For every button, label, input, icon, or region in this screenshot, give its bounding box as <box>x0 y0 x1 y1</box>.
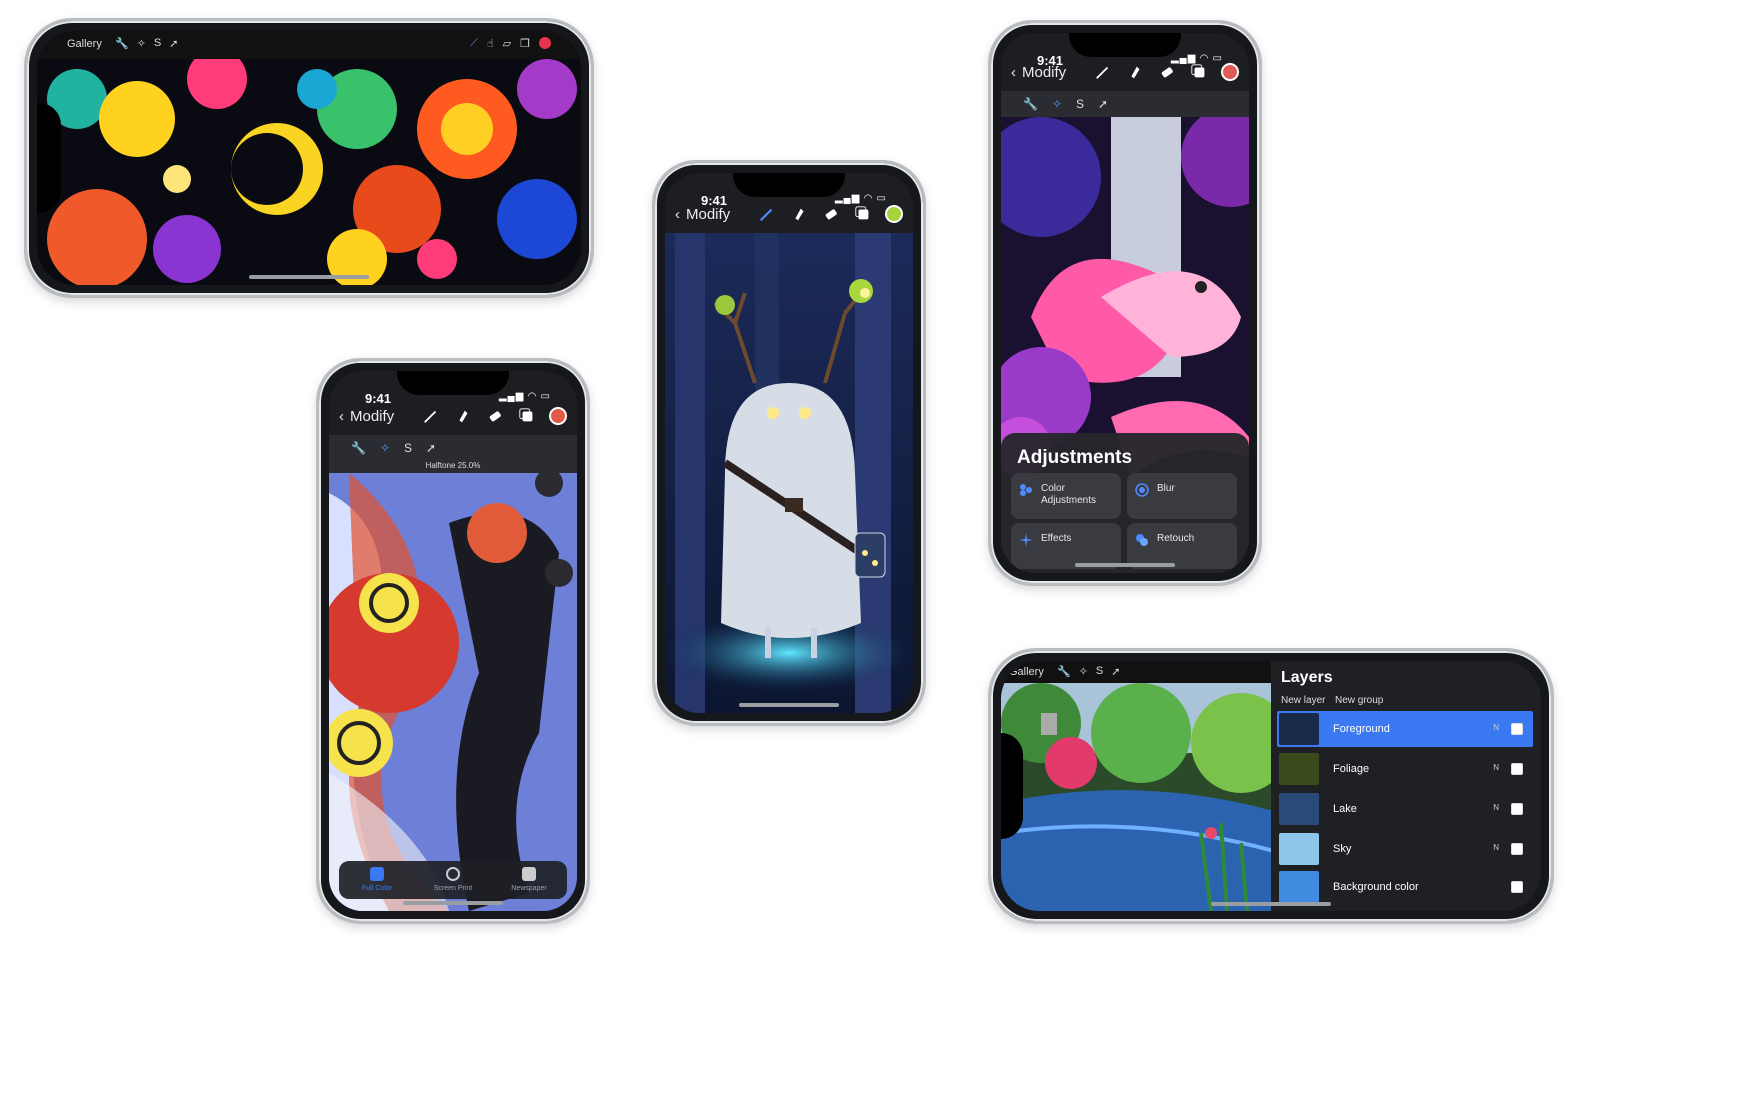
screen: 9:41 ▂▄▆ ◠ ▭ ‹ Modify 🔧 ✧ S ➚ Adjustment… <box>1001 33 1249 573</box>
visibility-checkbox[interactable] <box>1511 723 1523 735</box>
magic-wand-icon[interactable]: ✧ <box>1052 97 1062 111</box>
screen: 9:41 ▂▄▆ ◠ ▭ ‹ Modify <box>665 173 913 713</box>
artwork-canvas[interactable] <box>329 473 577 911</box>
phone-landscape-layers: Gallery 🔧 ✧ S ➚ Layers New layer New gro… <box>988 648 1554 924</box>
phone-landscape-top-left: Gallery 🔧 ✧ S ➚ ⟋ ☝ ▱ ❐ <box>24 18 594 298</box>
full-color-option[interactable]: Full Color <box>347 867 407 892</box>
gallery-button[interactable]: Gallery <box>1009 666 1044 678</box>
panel-title: Adjustments <box>1017 447 1133 468</box>
blur-option[interactable]: Blur <box>1127 473 1237 519</box>
eraser-icon[interactable]: ▱ <box>503 37 511 50</box>
layer-row-background-color[interactable]: Background color <box>1277 869 1533 905</box>
magic-wand-icon[interactable]: ✧ <box>137 37 146 50</box>
wrench-icon[interactable]: 🔧 <box>1023 97 1038 111</box>
notch <box>733 173 845 197</box>
phone-portrait-forest: 9:41 ▂▄▆ ◠ ▭ ‹ Modify <box>652 160 926 726</box>
home-indicator <box>249 275 369 279</box>
visibility-checkbox[interactable] <box>1511 803 1523 815</box>
panel-title: Layers <box>1281 669 1333 686</box>
system-icons: ▂▄▆ ◠ ▭ <box>1170 53 1223 64</box>
layer-thumbnail <box>1279 871 1319 903</box>
layer-row-sky[interactable]: Sky N <box>1277 831 1533 867</box>
home-indicator <box>1211 902 1331 906</box>
notch <box>1069 33 1181 57</box>
layer-thumbnail <box>1279 753 1319 785</box>
new-group-button[interactable]: New group <box>1335 695 1383 706</box>
selection-icon[interactable]: S <box>1096 665 1103 678</box>
secondary-toolbar: 🔧 ✧ S ➚ <box>1001 91 1249 117</box>
secondary-toolbar: 🔧 ✧ S ➚ <box>329 435 577 461</box>
layer-thumbnail <box>1279 793 1319 825</box>
transform-arrow-icon[interactable]: ➚ <box>1098 97 1108 111</box>
system-icons: ▂▄▆ ◠ ▭ <box>834 193 887 204</box>
notch <box>37 103 61 213</box>
selection-icon[interactable]: S <box>154 37 161 50</box>
adjustments-panel: Adjustments Color Adjustments Blur Effec… <box>1001 433 1249 573</box>
halftone-label: Halftone 25.0% <box>329 461 577 473</box>
selection-icon[interactable]: S <box>404 441 412 455</box>
brush-icon[interactable]: ⟋ <box>470 37 478 50</box>
new-layer-button[interactable]: New layer <box>1281 695 1325 706</box>
wrench-icon[interactable]: 🔧 <box>115 37 129 50</box>
clock: 9:41 <box>701 193 728 208</box>
artwork-canvas[interactable] <box>1001 683 1281 911</box>
transform-arrow-icon[interactable]: ➚ <box>426 441 436 455</box>
visibility-checkbox[interactable] <box>1511 843 1523 855</box>
artwork-canvas[interactable] <box>665 233 913 713</box>
halftone-mode-dock: Full Color Screen Print Newspaper <box>339 861 567 899</box>
top-toolbar: Gallery 🔧 ✧ S ➚ ⟋ ☝ ▱ ❐ <box>37 31 581 59</box>
transform-arrow-icon[interactable]: ➚ <box>1111 665 1120 678</box>
visibility-checkbox[interactable] <box>1511 763 1523 775</box>
layer-thumbnail <box>1279 833 1319 865</box>
retouch-icon <box>1136 534 1148 546</box>
newspaper-option[interactable]: Newspaper <box>499 867 559 892</box>
home-indicator <box>1075 563 1175 567</box>
phone-portrait-halftone: 9:41 ▂▄▆ ◠ ▭ ‹ Modify 🔧 ✧ S ➚ Halftone 2… <box>316 358 590 924</box>
color-swatch[interactable] <box>539 37 551 49</box>
smudge-icon[interactable]: ☝ <box>487 37 494 50</box>
screen-print-option[interactable]: Screen Print <box>423 867 483 892</box>
layer-row-foreground[interactable]: Foreground N <box>1277 711 1533 747</box>
notch <box>1001 733 1023 839</box>
selection-icon[interactable]: S <box>1076 97 1084 111</box>
wrench-icon[interactable]: 🔧 <box>1057 665 1071 678</box>
system-icons: ▂▄▆ ◠ ▭ <box>498 391 551 402</box>
home-indicator <box>739 703 839 707</box>
magic-wand-icon[interactable]: ✧ <box>1079 665 1088 678</box>
layers-icon[interactable]: ❐ <box>520 37 530 50</box>
color-adjustments-option[interactable]: Color Adjustments <box>1011 473 1121 519</box>
clock: 9:41 <box>365 391 392 406</box>
effects-icon <box>1019 533 1033 547</box>
magic-wand-icon[interactable]: ✧ <box>380 441 390 455</box>
layer-thumbnail <box>1279 713 1319 745</box>
home-indicator <box>403 901 503 905</box>
transform-arrow-icon[interactable]: ➚ <box>169 37 178 50</box>
target-icon <box>446 867 460 881</box>
layer-row-foliage[interactable]: Foliage N <box>1277 751 1533 787</box>
layers-panel: Layers New layer New group Foreground N … <box>1271 661 1541 911</box>
screen: Gallery 🔧 ✧ S ➚ ⟋ ☝ ▱ ❐ <box>37 31 581 285</box>
phone-portrait-adjustments: 9:41 ▂▄▆ ◠ ▭ ‹ Modify 🔧 ✧ S ➚ Adjustment… <box>988 20 1262 586</box>
artwork-canvas[interactable] <box>37 59 581 285</box>
layer-row-lake[interactable]: Lake N <box>1277 791 1533 827</box>
visibility-checkbox[interactable] <box>1511 881 1523 893</box>
gallery-button[interactable]: Gallery <box>67 38 102 50</box>
color-adjustments-icon <box>1020 484 1032 496</box>
screen: 9:41 ▂▄▆ ◠ ▭ ‹ Modify 🔧 ✧ S ➚ Halftone 2… <box>329 371 577 911</box>
book-icon <box>370 867 384 881</box>
screen: Gallery 🔧 ✧ S ➚ Layers New layer New gro… <box>1001 661 1541 911</box>
clock: 9:41 <box>1037 53 1064 68</box>
newspaper-icon <box>522 867 536 881</box>
notch <box>397 371 509 395</box>
wrench-icon[interactable]: 🔧 <box>351 441 366 455</box>
blur-icon <box>1135 483 1149 497</box>
